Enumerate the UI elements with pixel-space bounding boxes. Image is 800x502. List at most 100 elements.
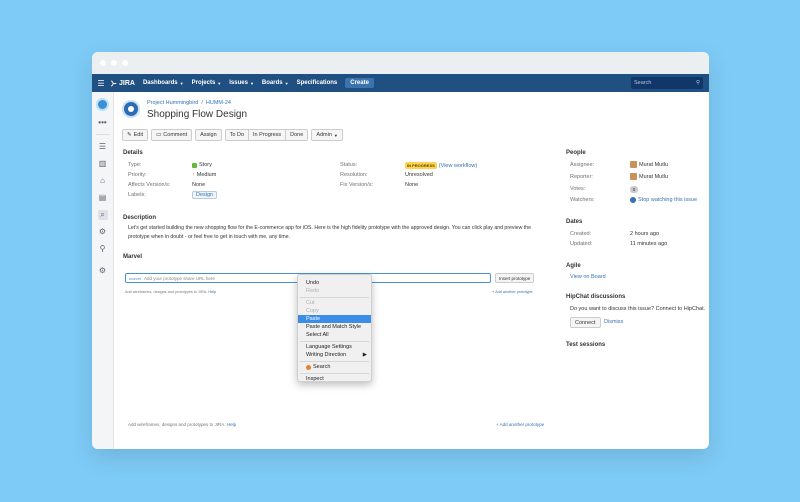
reporter-value[interactable]: Murat Mutlu [630, 173, 668, 180]
nav-projects[interactable]: Projects ▼ [192, 80, 222, 86]
top-navigation: ☰ JIRA Dashboards ▼ Projects ▼ Issues ▼ Boa… [92, 74, 709, 92]
menu-icon[interactable]: ☰ [92, 79, 110, 88]
search-label: Search [313, 364, 331, 370]
nav-specifications-label: Specifications [296, 80, 338, 86]
writing-direction-label: Writing Direction [306, 352, 347, 358]
priority-arrow-icon: ↑ [192, 172, 195, 178]
pencil-icon: ✎ [127, 132, 132, 138]
menu-item-undo[interactable]: Undo [306, 279, 319, 287]
labels-label: Labels: [128, 192, 146, 198]
comment-button[interactable]: ▭ Comment [151, 129, 193, 141]
status-label: Status: [340, 162, 358, 168]
menu-separator [300, 361, 369, 362]
releases-icon[interactable]: ⌂ [98, 176, 108, 186]
footer-marvel-help-link[interactable]: Help [227, 422, 236, 427]
add-another-prototype-link[interactable]: + Add another prototype [492, 290, 533, 294]
window-close-dot[interactable] [100, 60, 106, 66]
watchers-value[interactable]: Stop watching this issue [630, 197, 697, 203]
chevron-down-icon: ▼ [333, 132, 338, 138]
backlog-icon[interactable]: ☰ [98, 142, 108, 152]
description-text[interactable]: Let's get started building the new shopp… [128, 224, 540, 242]
marvel-hint-text: Add wireframes, designs and prototypes t… [125, 290, 208, 294]
chevron-down-icon: ▼ [249, 80, 254, 86]
workflow-buttons: To Do In Progress Done [224, 129, 309, 141]
menu-item-redo[interactable]: Redo [306, 287, 319, 295]
admin-button[interactable]: Admin ▼ [311, 129, 343, 141]
nav-issues[interactable]: Issues ▼ [229, 80, 254, 86]
priority-value: ↑ Medium [192, 172, 216, 178]
menu-item-inspect[interactable]: Inspect [306, 375, 324, 383]
status-lozenge: IN PROGRESS [405, 162, 437, 169]
board-icon[interactable]: ▥ [98, 159, 108, 169]
edit-button[interactable]: ✎ Edit [122, 129, 149, 141]
search-icon: ⚲ [695, 80, 700, 86]
view-workflow-link[interactable]: (View workflow) [439, 163, 477, 169]
nav-boards-label: Boards [261, 80, 283, 86]
issues-icon[interactable]: ⌕ [97, 210, 108, 220]
agile-heading: Agile [566, 263, 581, 269]
stop-watching-link[interactable]: Stop watching this issue [638, 197, 697, 203]
tests-icon[interactable]: ⚲ [98, 244, 108, 254]
insert-prototype-button[interactable]: Insert prototype [495, 273, 535, 283]
type-value: Story [192, 162, 212, 168]
breadcrumb-issue-key[interactable]: HUMM-24 [206, 100, 231, 106]
menu-item-cut[interactable]: Cut [306, 299, 315, 307]
window-minimize-dot[interactable] [111, 60, 117, 66]
todo-button[interactable]: To Do [224, 129, 250, 141]
more-icon[interactable]: ••• [98, 118, 108, 128]
footer-add-another-prototype-link[interactable]: + Add another prototype [496, 422, 544, 427]
description-heading: Description [123, 215, 157, 221]
menu-item-copy[interactable]: Copy [306, 307, 319, 315]
votes-value[interactable]: 0 [630, 186, 638, 193]
label-design[interactable]: Design [192, 191, 218, 199]
menu-item-search[interactable]: Search [306, 363, 330, 371]
updated-value: 11 minutes ago [630, 241, 668, 247]
reports-icon[interactable]: ▤ [98, 193, 108, 203]
menu-item-writing-direction[interactable]: Writing Direction ▶ [306, 351, 367, 359]
view-on-board-link[interactable]: View on Board [570, 274, 606, 280]
menu-item-language-settings[interactable]: Language Settings [306, 343, 352, 351]
marvel-heading: Marvel [123, 254, 143, 260]
watchers-label: Watchers: [570, 197, 595, 203]
marvel-help-link[interactable]: Help [208, 290, 216, 294]
assign-button[interactable]: Assign [195, 129, 222, 141]
submenu-arrow-icon: ▶ [362, 352, 367, 358]
connect-button[interactable]: Connect [570, 317, 601, 328]
created-value: 2 hours ago [630, 231, 660, 237]
project-sidebar: ••• ☰ ▥ ⌂ ▤ ⌕ ⚙ ⚲ ⚙ [92, 92, 114, 449]
nav-specifications[interactable]: Specifications [297, 80, 338, 86]
jira-logo-icon [111, 79, 117, 87]
chevron-down-icon: ▼ [217, 80, 222, 86]
project-avatar-icon[interactable] [96, 98, 109, 111]
type-label: Type: [128, 162, 142, 168]
menu-item-select-all[interactable]: Select All [306, 331, 329, 339]
hipchat-heading: HipChat discussions [566, 294, 626, 300]
nav-dashboards[interactable]: Dashboards ▼ [143, 80, 184, 86]
settings-gear-icon[interactable]: ⚙ [98, 266, 108, 276]
in-progress-button[interactable]: In Progress [248, 129, 287, 141]
menu-item-paste-match-style[interactable]: Paste and Match Style [306, 323, 361, 331]
assignee-value[interactable]: Murat Mutlu [630, 161, 668, 168]
components-icon[interactable]: ⚙ [98, 227, 108, 237]
marvel-logo: marvel [129, 275, 142, 281]
dismiss-link[interactable]: Dismiss [604, 319, 623, 325]
search-placeholder: Search [634, 80, 652, 86]
jira-logo-text: JIRA [119, 79, 135, 87]
sidebar-divider [95, 134, 110, 135]
issue-title[interactable]: Shopping Flow Design [147, 109, 247, 120]
reporter-label: Reporter: [570, 174, 593, 180]
search-input[interactable]: Search ⚲ [631, 77, 703, 89]
nav-projects-label: Projects [191, 80, 216, 86]
menu-item-paste[interactable]: Paste [298, 315, 371, 323]
nav-boards[interactable]: Boards ▼ [262, 80, 289, 86]
menu-separator [300, 373, 369, 374]
jira-logo[interactable]: JIRA [110, 80, 135, 87]
window-maximize-dot[interactable] [122, 60, 128, 66]
done-button[interactable]: Done [285, 129, 309, 141]
affects-value: None [192, 182, 206, 188]
create-button[interactable]: Create [345, 78, 374, 88]
chevron-down-icon: ▼ [179, 80, 184, 86]
window-titlebar [92, 52, 709, 74]
breadcrumb-project[interactable]: Project Hummingbird [147, 100, 198, 106]
browser-window: ☰ JIRA Dashboards ▼ Projects ▼ Issues ▼ Boa… [92, 52, 709, 449]
